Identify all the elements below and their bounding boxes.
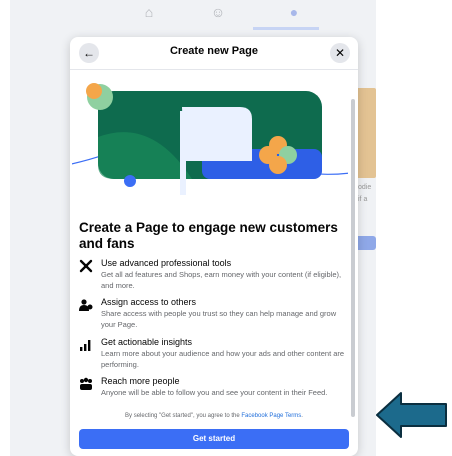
modal-headline: Create a Page to engage new customers an… <box>79 220 338 251</box>
insights-chart-icon <box>80 340 91 351</box>
terms-text: By selecting "Get started", you agree to… <box>125 413 242 419</box>
create-page-modal: ← Create new Page ✕ Create a Page to eng… <box>70 37 358 456</box>
feature-title: Reach more people <box>101 376 180 386</box>
feature-title: Get actionable insights <box>101 337 193 347</box>
feature-title: Use advanced professional tools <box>101 258 232 268</box>
terms-link[interactable]: Facebook Page Terms <box>241 413 301 419</box>
left-arrow-annotation-icon <box>376 392 447 438</box>
get-started-button[interactable]: Get started <box>79 429 349 449</box>
background-nav-bar: ⌂ ☺ ● <box>10 0 376 30</box>
close-icon: ✕ <box>334 46 346 60</box>
active-tab-indicator <box>253 27 319 30</box>
people-access-icon <box>79 299 93 311</box>
feature-description: Get all ad features and Shops, earn mone… <box>101 270 342 290</box>
groups-icon[interactable]: ● <box>283 4 305 22</box>
modal-title: Create new Page <box>169 45 259 57</box>
tools-icon <box>79 259 93 273</box>
feature-description: Anyone will be able to follow you and se… <box>101 388 328 397</box>
feature-title: Assign access to others <box>101 297 197 307</box>
home-icon[interactable]: ⌂ <box>138 4 160 22</box>
feature-description: Learn more about your audience and how y… <box>101 349 345 369</box>
friends-icon[interactable]: ☺ <box>207 4 229 22</box>
background-card-text: odie <box>358 184 372 191</box>
feature-description: Share access with people you trust so th… <box>101 309 337 329</box>
hero-illustration <box>72 83 348 195</box>
terms-suffix: . <box>301 413 303 419</box>
close-button[interactable]: ✕ <box>330 43 350 63</box>
modal-header: ← Create new Page ✕ <box>70 37 358 70</box>
audience-icon <box>80 377 92 390</box>
modal-scrollbar[interactable] <box>351 99 355 417</box>
background-card-image <box>355 88 376 178</box>
background-card-text: if a <box>358 196 368 203</box>
